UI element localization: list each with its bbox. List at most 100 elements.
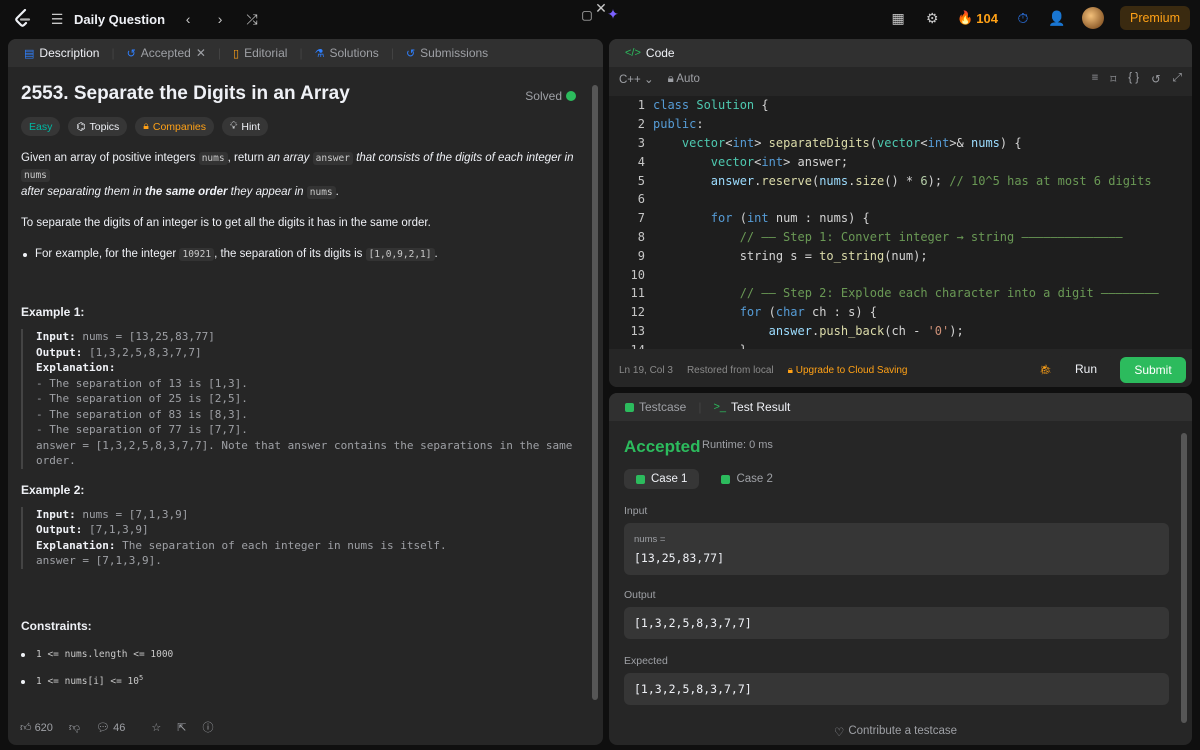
code-line: 2 public:: [637, 117, 704, 132]
page-title[interactable]: 2553. Separate the Digits in an Array: [21, 83, 576, 105]
code-line: 1 class Solution {: [637, 98, 769, 113]
star-icon[interactable]: ☆: [151, 721, 161, 734]
code-panel: </> Code C++ ⌄ 🔒︎ Auto ≡ ⌑ { } ↺ ⤢ 1 class…: [609, 39, 1192, 387]
top-bar: ☰ Daily Question ‹ › ⤮ ▢ ✕ ✦ ▦ ⚙ 🔥 104 ⏱ …: [0, 0, 1200, 38]
problem-list-icon[interactable]: ☰: [48, 11, 66, 28]
reset-icon[interactable]: ↺: [1151, 72, 1161, 86]
leetcode-logo-icon[interactable]: [12, 8, 34, 30]
description-paragraph: To separate the digits of an integer is …: [21, 217, 431, 229]
example-2-title: Example 2:: [21, 482, 85, 497]
prev-problem-icon[interactable]: ‹: [179, 11, 197, 27]
tab-test-result[interactable]: >_ Test Result: [705, 393, 798, 421]
expected-label: Expected: [624, 655, 668, 667]
code-line: 7 for (int num : nums) {: [637, 211, 870, 226]
example-1-box: Input: nums = [13,25,83,77] Output: [1,3…: [21, 329, 576, 469]
grid-apps-icon[interactable]: ▦: [889, 10, 907, 27]
braces-icon[interactable]: { }: [1128, 72, 1139, 86]
companies-tag[interactable]: 🔒︎ Companies: [135, 117, 214, 136]
expand-icon[interactable]: ⤢: [1173, 72, 1182, 86]
heart-icon: ♡: [834, 727, 845, 739]
result-panel: Testcase | >_ Test Result Accepted Runtim…: [609, 393, 1192, 745]
lock-icon: 🔒︎: [667, 72, 674, 85]
tab-code[interactable]: </> Code: [617, 39, 683, 67]
constraints-title: Constraints:: [21, 618, 92, 633]
settings-gear-icon[interactable]: ⚙: [923, 10, 941, 27]
code-line: 12 for (char ch : s) {: [630, 305, 877, 320]
description-footer: 👍︎ 620 👎︎ 💬︎ 46 ☆ ⇱ ⓘ: [20, 719, 213, 735]
shuffle-icon[interactable]: ⤮: [243, 11, 261, 28]
tab-description[interactable]: ▤ Description: [16, 39, 107, 67]
add-friend-icon[interactable]: 👤: [1048, 10, 1066, 27]
code-line: 11 // —— Step 2: Explode each character …: [630, 286, 1159, 301]
tab-editorial[interactable]: ▯ Editorial: [225, 39, 295, 67]
help-icon[interactable]: ⓘ: [202, 719, 213, 735]
param-name: nums =: [634, 533, 666, 545]
timer-icon[interactable]: ⏱: [1014, 10, 1032, 27]
language-select[interactable]: C++ ⌄: [619, 72, 654, 86]
streak-counter[interactable]: 🔥 104: [957, 10, 998, 26]
tab-solutions[interactable]: ⚗ Solutions: [307, 39, 387, 67]
tab-submissions[interactable]: ↺ Submissions: [398, 39, 496, 67]
premium-button[interactable]: Premium: [1119, 6, 1190, 30]
description-tabs: ▤ Description | ↺ Accepted ✕ | ▯ Editorial |…: [8, 39, 603, 67]
scrollbar[interactable]: [592, 85, 598, 700]
list-item: 1 <= nums.length <= 1000: [21, 647, 576, 661]
cursor-position: Ln 19, Col 3: [619, 364, 673, 376]
tag-icon: ⌬: [76, 120, 86, 133]
case-tabs: Case 1 Case 2: [624, 469, 785, 489]
expected-box: [1,3,2,5,8,3,7,7]: [624, 673, 1169, 705]
dislike-button[interactable]: 👎︎: [69, 721, 80, 734]
daily-question-title[interactable]: Daily Question: [74, 12, 165, 27]
code-icon: </>: [625, 47, 641, 59]
bullet: [23, 253, 27, 257]
lightbulb-icon: 💡︎: [230, 120, 238, 132]
case-1-tab[interactable]: Case 1: [624, 469, 700, 489]
input-box: nums = [13,25,83,77]: [624, 523, 1169, 575]
description-paragraph: Given an array of positive integers nums…: [21, 152, 574, 199]
avatar[interactable]: [1081, 7, 1104, 29]
topics-tag[interactable]: ⌬ Topics: [68, 117, 128, 136]
code-line: 9 string s = to_string (num);: [637, 248, 928, 263]
run-button[interactable]: Run: [1058, 356, 1114, 382]
submit-button[interactable]: Submit: [1120, 357, 1186, 383]
bullet: [21, 679, 25, 684]
format-icon[interactable]: ≡: [1092, 72, 1099, 86]
code-editor[interactable]: 1 class Solution { 2 public: 3 vector < int >…: [609, 96, 1192, 349]
check-icon: [721, 474, 731, 484]
terminal-icon: >_: [713, 401, 727, 413]
bookmark-icon[interactable]: ⌑: [1110, 72, 1116, 86]
close-tab-icon[interactable]: ✕: [196, 46, 206, 60]
result-status: Accepted: [624, 437, 701, 456]
code-line: 6: [637, 192, 645, 207]
runtime-label: Runtime: 0 ms: [702, 439, 773, 451]
history-icon: ↺: [126, 47, 136, 60]
next-problem-icon[interactable]: ›: [211, 11, 229, 27]
editor-toolbar: C++ ⌄ 🔒︎ Auto ≡ ⌑ { } ↺ ⤢: [609, 67, 1192, 91]
scrollbar[interactable]: [1181, 433, 1187, 723]
check-icon: [636, 474, 645, 484]
tab-testcase[interactable]: Testcase: [617, 393, 694, 421]
code-line: 8 // —— Step 1: Convert integer → string…: [637, 229, 1123, 244]
tab-accepted[interactable]: ↺ Accepted ✕: [119, 39, 214, 67]
debug-icon[interactable]: 🐞︎: [1039, 365, 1052, 376]
upgrade-link[interactable]: 🔒︎ Upgrade to Cloud Saving: [788, 365, 908, 376]
output-box: [1,3,2,5,8,3,7,7]: [624, 607, 1169, 639]
tab-divider: |: [299, 46, 303, 60]
hint-tag[interactable]: 💡︎ Hint: [222, 117, 269, 136]
lock-icon: 🔒︎: [143, 120, 149, 132]
contribute-testcase-link[interactable]: ♡ Contribute a testcase: [834, 725, 957, 739]
close-icon[interactable]: ✕: [592, 0, 610, 17]
share-icon[interactable]: ⇱: [177, 721, 186, 734]
description-panel: ▤ Description | ↺ Accepted ✕ | ▯ Editorial |…: [8, 39, 603, 745]
comments-button[interactable]: 💬︎ 46: [96, 721, 125, 734]
tab-divider: |: [217, 46, 222, 60]
code-line: 13 answer. push_back (ch - '0');: [630, 323, 964, 338]
case-2-tab[interactable]: Case 2: [709, 469, 784, 489]
problem-tags: Easy ⌬ Topics 🔒︎ Companies 💡︎ Hint: [21, 117, 576, 136]
book-icon: ▯: [233, 47, 240, 60]
auto-mode[interactable]: 🔒︎ Auto: [668, 73, 700, 86]
code-line: 5 answer. reserve(nums. size() * 6); // 10…: [637, 173, 1152, 188]
like-button[interactable]: 👍︎ 620: [20, 721, 53, 734]
code-line: 3 vector < int > separateDigits(vector < int >…: [637, 135, 1022, 150]
result-tabs: Testcase | >_ Test Result: [609, 393, 1192, 421]
